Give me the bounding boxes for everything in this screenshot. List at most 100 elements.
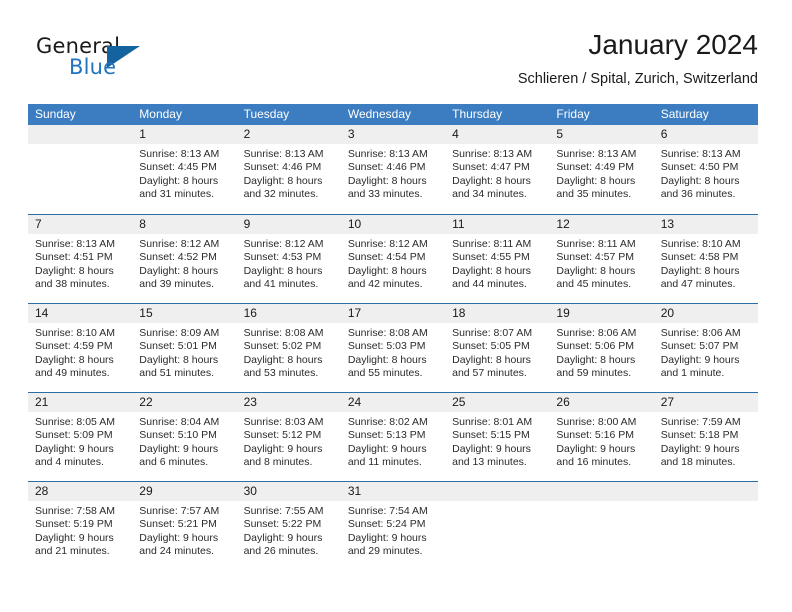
sunrise-text: Sunrise: 8:10 AM [660,238,741,250]
day-number: 30 [243,484,257,498]
daylight-text-line2: and 32 minutes. [243,188,319,201]
day-number: 6 [660,127,668,141]
day-number: 17 [347,306,362,320]
calendar-day-cell[interactable]: 11 Sunrise: 8:11 AM Sunset: 4:55 PM Dayligh… [445,215,550,303]
day-number-band [445,482,550,501]
day-sun-info: Sunrise: 7:54 AM Sunset: 5:24 PM Daylight:… [341,501,445,559]
calendar-day-cell[interactable]: 31 Sunrise: 7:54 AM Sunset: 5:24 PM Dayligh… [340,482,446,570]
sunrise-text: Sunrise: 7:55 AM [243,505,324,517]
calendar-day-cell[interactable]: 17 Sunrise: 8:08 AM Sunset: 5:03 PM Dayligh… [340,304,446,392]
day-sun-info: Sunrise: 8:08 AM Sunset: 5:03 PM Daylight:… [341,323,445,381]
weekday-header-wednesday: Wednesday [347,107,411,121]
sunset-text: Sunset: 4:53 PM [243,251,322,264]
calendar-day-cell[interactable]: 1 Sunrise: 8:13 AM Sunset: 4:45 PM Daylight… [132,125,237,214]
calendar-day-cell[interactable]: 3 Sunrise: 8:13 AM Sunset: 4:46 PM Daylight… [340,125,446,214]
day-number: 31 [347,484,362,498]
calendar-day-cell[interactable]: 20 Sunrise: 8:06 AM Sunset: 5:07 PM Dayligh… [653,304,758,392]
day-number-band: 17 [340,304,446,323]
day-number-band: 16 [236,304,341,323]
daylight-text-line2: and 51 minutes. [139,367,214,380]
calendar-day-cell[interactable]: 30 Sunrise: 7:55 AM Sunset: 5:22 PM Dayligh… [236,482,341,570]
day-number: 27 [660,395,675,409]
calendar-day-cell[interactable]: 22 Sunrise: 8:04 AM Sunset: 5:10 PM Dayligh… [132,393,237,481]
daylight-text-line1: Daylight: 8 hours [347,353,427,366]
day-number-band [653,482,758,501]
calendar-weeks: 1 Sunrise: 8:13 AM Sunset: 4:45 PM Daylight… [28,125,758,570]
weekday-header-monday: Monday [139,107,182,121]
day-number: 13 [660,217,675,231]
calendar-day-cell[interactable]: 9 Sunrise: 8:12 AM Sunset: 4:53 PM Daylight… [236,215,341,303]
calendar-day-cell[interactable]: 2 Sunrise: 8:13 AM Sunset: 4:46 PM Daylight… [236,125,341,214]
sunset-text: Sunset: 5:22 PM [243,518,322,531]
calendar-day-cell[interactable]: 13 Sunrise: 8:10 AM Sunset: 4:58 PM Dayligh… [653,215,758,303]
day-number-band: 21 [28,393,133,412]
sunrise-text: Sunrise: 8:01 AM [452,416,533,428]
daylight-text-line1: Daylight: 9 hours [660,353,740,366]
logo-text-blue: Blue [69,55,117,79]
calendar-day-cell[interactable]: 28 Sunrise: 7:58 AM Sunset: 5:19 PM Dayligh… [28,482,133,570]
calendar-day-cell[interactable]: 15 Sunrise: 8:09 AM Sunset: 5:01 PM Dayligh… [132,304,237,392]
calendar-day-cell[interactable]: 16 Sunrise: 8:08 AM Sunset: 5:02 PM Dayligh… [236,304,341,392]
day-number: 5 [556,127,564,141]
day-number: 29 [139,484,153,498]
sunrise-text: Sunrise: 7:57 AM [139,505,220,517]
daylight-text-line1: Daylight: 9 hours [35,442,114,455]
calendar-day-cell[interactable]: 18 Sunrise: 8:07 AM Sunset: 5:05 PM Dayligh… [445,304,550,392]
daylight-text-line1: Daylight: 8 hours [243,264,323,277]
calendar-day-cell[interactable]: 27 Sunrise: 7:59 AM Sunset: 5:18 PM Dayligh… [653,393,758,481]
calendar-day-cell[interactable]: 24 Sunrise: 8:02 AM Sunset: 5:13 PM Dayligh… [340,393,446,481]
calendar-day-cell[interactable]: 21 Sunrise: 8:05 AM Sunset: 5:09 PM Dayligh… [28,393,133,481]
daylight-text-line1: Daylight: 8 hours [660,264,740,277]
location-subtitle: Schlieren / Spital, Zurich, Switzerland [517,71,758,87]
day-number-band: 12 [549,215,654,234]
daylight-text-line2: and 4 minutes. [35,456,104,469]
daylight-text-line1: Daylight: 8 hours [452,353,531,366]
daylight-text-line1: Daylight: 9 hours [660,442,740,455]
sunrise-text: Sunrise: 8:02 AM [347,416,428,428]
calendar-day-cell[interactable]: 6 Sunrise: 8:13 AM Sunset: 4:50 PM Daylight… [653,125,758,214]
day-sun-info: Sunrise: 8:12 AM Sunset: 4:52 PM Daylight:… [132,234,236,292]
sunset-text: Sunset: 5:24 PM [347,518,426,531]
sunset-text: Sunset: 5:09 PM [35,429,113,442]
day-number-band: 24 [340,393,446,412]
calendar-day-cell[interactable]: 14 Sunrise: 8:10 AM Sunset: 4:59 PM Dayligh… [28,304,133,392]
sunrise-text: Sunrise: 8:12 AM [243,238,324,250]
sunset-text: Sunset: 4:58 PM [660,251,739,264]
sunrise-text: Sunrise: 8:08 AM [243,327,324,339]
day-sun-info: Sunrise: 8:12 AM Sunset: 4:54 PM Daylight:… [341,234,445,292]
day-number: 11 [452,217,465,231]
day-number-band: 22 [132,393,237,412]
calendar-day-cell[interactable]: 25 Sunrise: 8:01 AM Sunset: 5:15 PM Dayligh… [445,393,550,481]
day-number: 26 [556,395,570,409]
calendar-day-cell[interactable]: 23 Sunrise: 8:03 AM Sunset: 5:12 PM Dayligh… [236,393,341,481]
calendar-day-cell[interactable]: 26 Sunrise: 8:00 AM Sunset: 5:16 PM Dayligh… [549,393,654,481]
calendar-day-cell[interactable]: 10 Sunrise: 8:12 AM Sunset: 4:54 PM Dayligh… [340,215,446,303]
day-number-band: 20 [653,304,758,323]
day-sun-info: Sunrise: 7:59 AM Sunset: 5:18 PM Daylight:… [654,412,758,470]
calendar-day-cell[interactable]: 12 Sunrise: 8:11 AM Sunset: 4:57 PM Dayligh… [549,215,654,303]
day-number: 20 [660,306,675,320]
day-number-band: 27 [653,393,758,412]
daylight-text-line2: and 24 minutes. [139,545,214,558]
general-blue-logo[interactable]: General Blue [36,34,166,86]
daylight-text-line2: and 26 minutes. [243,545,319,558]
calendar-day-cell[interactable]: 29 Sunrise: 7:57 AM Sunset: 5:21 PM Dayligh… [132,482,237,570]
day-sun-info: Sunrise: 8:07 AM Sunset: 5:05 PM Daylight:… [445,323,549,381]
daylight-text-line1: Daylight: 8 hours [139,174,219,187]
day-sun-info: Sunrise: 7:57 AM Sunset: 5:21 PM Daylight:… [132,501,236,559]
day-sun-info: Sunrise: 8:13 AM Sunset: 4:47 PM Daylight:… [445,144,549,202]
sunset-text: Sunset: 5:03 PM [347,340,426,353]
calendar-week-row: 1 Sunrise: 8:13 AM Sunset: 4:45 PM Daylight… [28,125,758,214]
calendar-day-cell[interactable]: 5 Sunrise: 8:13 AM Sunset: 4:49 PM Daylight… [549,125,654,214]
weekday-header-sunday: Sunday [35,107,76,121]
day-sun-info: Sunrise: 8:13 AM Sunset: 4:46 PM Daylight:… [237,144,341,202]
sunset-text: Sunset: 5:15 PM [452,429,530,442]
calendar-day-cell-empty [653,482,758,570]
daylight-text-line1: Daylight: 8 hours [243,174,323,187]
calendar-day-cell[interactable]: 4 Sunrise: 8:13 AM Sunset: 4:47 PM Daylight… [445,125,550,214]
calendar-day-cell[interactable]: 7 Sunrise: 8:13 AM Sunset: 4:51 PM Daylight… [28,215,133,303]
calendar-day-cell[interactable]: 8 Sunrise: 8:12 AM Sunset: 4:52 PM Daylight… [132,215,237,303]
calendar-day-cell[interactable]: 19 Sunrise: 8:06 AM Sunset: 5:06 PM Dayligh… [549,304,654,392]
sunset-text: Sunset: 5:01 PM [139,340,217,353]
sunrise-text: Sunrise: 8:13 AM [556,148,637,160]
